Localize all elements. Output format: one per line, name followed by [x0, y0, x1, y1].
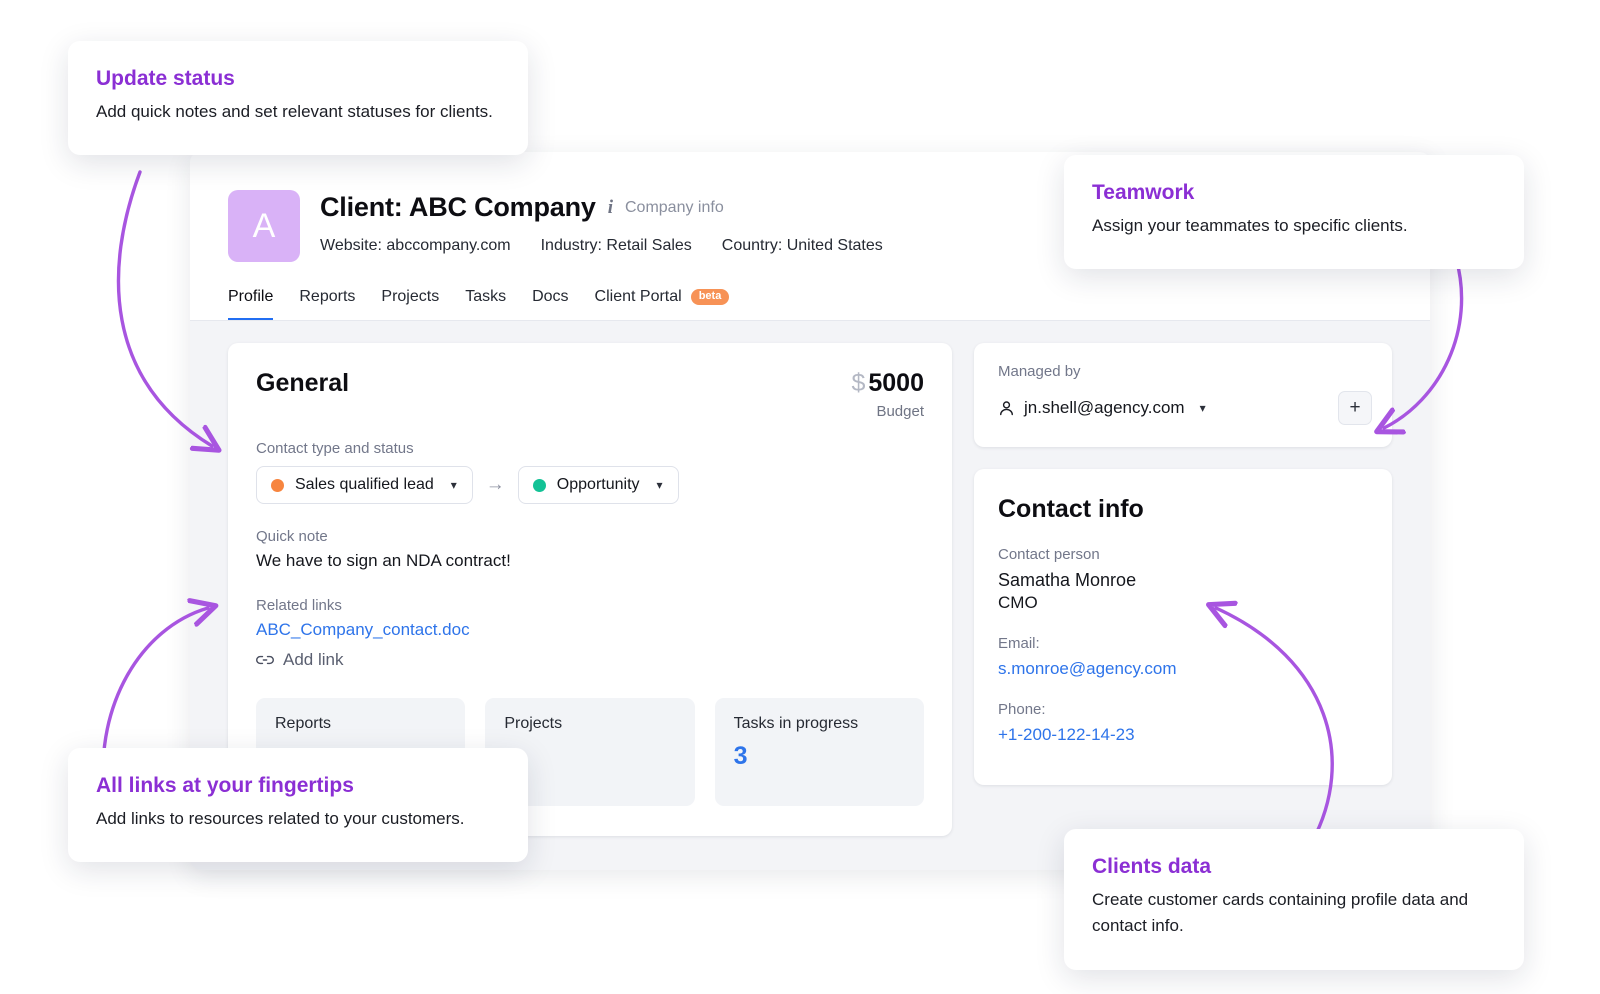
- info-icon: i: [607, 197, 614, 219]
- related-links-label: Related links: [256, 597, 924, 614]
- contact-type-value: Sales qualified lead: [295, 476, 434, 494]
- callout-links: All links at your fingertips Add links t…: [68, 748, 528, 862]
- budget-currency: $: [851, 369, 865, 397]
- general-card-title: General: [256, 369, 349, 398]
- meta-industry: Industry: Retail Sales: [541, 237, 692, 255]
- page-title: Client: ABC Company: [320, 192, 596, 223]
- status-dot-lead-icon: [271, 479, 284, 492]
- tile-tasks-value: 3: [734, 742, 905, 771]
- callout-teamwork-title: Teamwork: [1092, 181, 1496, 205]
- company-info-link[interactable]: Company info: [625, 199, 724, 217]
- tab-client-portal[interactable]: Client Portal beta: [595, 288, 730, 320]
- callout-teamwork-body: Assign your teammates to specific client…: [1092, 213, 1496, 239]
- contact-person-role: CMO: [998, 593, 1368, 613]
- tab-client-portal-label: Client Portal: [595, 288, 682, 306]
- tab-reports[interactable]: Reports: [299, 288, 355, 320]
- managed-by-label: Managed by: [998, 363, 1372, 380]
- tab-projects-label: Projects: [381, 288, 439, 306]
- callout-clients-data-title: Clients data: [1092, 855, 1496, 879]
- contact-person-name: Samatha Monroe: [998, 570, 1368, 591]
- callout-links-title: All links at your fingertips: [96, 774, 500, 798]
- status-value: Opportunity: [557, 476, 640, 494]
- beta-badge: beta: [691, 289, 730, 305]
- contact-type-select[interactable]: Sales qualified lead ▾: [256, 466, 473, 504]
- link-icon: [256, 654, 274, 666]
- chevron-down-icon: ▾: [451, 478, 457, 492]
- contact-type-status-label: Contact type and status: [256, 440, 924, 457]
- callout-update-status: Update status Add quick notes and set re…: [68, 41, 528, 155]
- meta-country: Country: United States: [722, 237, 883, 255]
- tile-tasks-in-progress[interactable]: Tasks in progress 3: [715, 698, 924, 806]
- quick-note-text[interactable]: We have to sign an NDA contract!: [256, 551, 924, 571]
- callout-clients-data-body: Create customer cards containing profile…: [1092, 887, 1496, 940]
- contact-info-card: Contact info Contact person Samatha Monr…: [974, 469, 1392, 785]
- meta-website: Website: abccompany.com: [320, 237, 511, 255]
- callout-update-status-title: Update status: [96, 67, 500, 91]
- avatar: A: [228, 190, 300, 262]
- callout-update-status-body: Add quick notes and set relevant statuse…: [96, 99, 500, 125]
- related-links-block: Related links ABC_Company_contact.doc Ad…: [256, 597, 924, 670]
- managed-by-card: Managed by jn.shell@agency.com ▾ +: [974, 343, 1392, 447]
- email-value[interactable]: s.monroe@agency.com: [998, 659, 1368, 679]
- tab-tasks[interactable]: Tasks: [465, 288, 506, 320]
- phone-label: Phone:: [998, 701, 1368, 718]
- add-link-label: Add link: [283, 650, 343, 670]
- company-meta: Website: abccompany.com Industry: Retail…: [320, 237, 883, 255]
- screenshot-root: A Client: ABC Company i Company info Web…: [0, 0, 1600, 994]
- callout-teamwork: Teamwork Assign your teammates to specif…: [1064, 155, 1524, 269]
- managed-by-value: jn.shell@agency.com: [1024, 398, 1185, 418]
- add-link-button[interactable]: Add link: [256, 650, 924, 670]
- related-link-item[interactable]: ABC_Company_contact.doc: [256, 620, 924, 640]
- status-dot-opportunity-icon: [533, 479, 546, 492]
- chevron-down-icon: ▾: [1200, 401, 1206, 415]
- contact-info-title: Contact info: [998, 495, 1368, 524]
- tab-profile[interactable]: Profile: [228, 288, 273, 320]
- quick-note-label: Quick note: [256, 528, 924, 545]
- tab-projects[interactable]: Projects: [381, 288, 439, 320]
- callout-links-body: Add links to resources related to your c…: [96, 806, 500, 832]
- add-manager-button[interactable]: +: [1338, 391, 1372, 425]
- tile-projects-label: Projects: [504, 715, 675, 733]
- chevron-down-icon: ▾: [657, 478, 663, 492]
- tab-profile-label: Profile: [228, 288, 273, 306]
- tile-tasks-label: Tasks in progress: [734, 715, 905, 733]
- quick-note-block: Quick note We have to sign an NDA contra…: [256, 528, 924, 571]
- phone-value[interactable]: +1-200-122-14-23: [998, 725, 1368, 745]
- side-column: Managed by jn.shell@agency.com ▾ +: [974, 343, 1392, 836]
- callout-clients-data: Clients data Create customer cards conta…: [1064, 829, 1524, 970]
- status-select[interactable]: Opportunity ▾: [518, 466, 679, 504]
- email-label: Email:: [998, 635, 1368, 652]
- tab-docs[interactable]: Docs: [532, 288, 568, 320]
- contact-person-label: Contact person: [998, 546, 1368, 563]
- budget-label: Budget: [851, 403, 924, 420]
- budget-value: 5000: [868, 369, 924, 397]
- tab-docs-label: Docs: [532, 288, 568, 306]
- managed-by-select[interactable]: jn.shell@agency.com ▾: [998, 398, 1206, 418]
- tile-reports-label: Reports: [275, 715, 446, 733]
- tab-tasks-label: Tasks: [465, 288, 506, 306]
- person-icon: [998, 400, 1015, 417]
- tab-reports-label: Reports: [299, 288, 355, 306]
- tab-bar: Profile Reports Projects Tasks Docs Clie…: [190, 288, 1430, 320]
- budget-block: $5000 Budget: [851, 369, 924, 420]
- status-arrow-icon: →: [486, 474, 505, 496]
